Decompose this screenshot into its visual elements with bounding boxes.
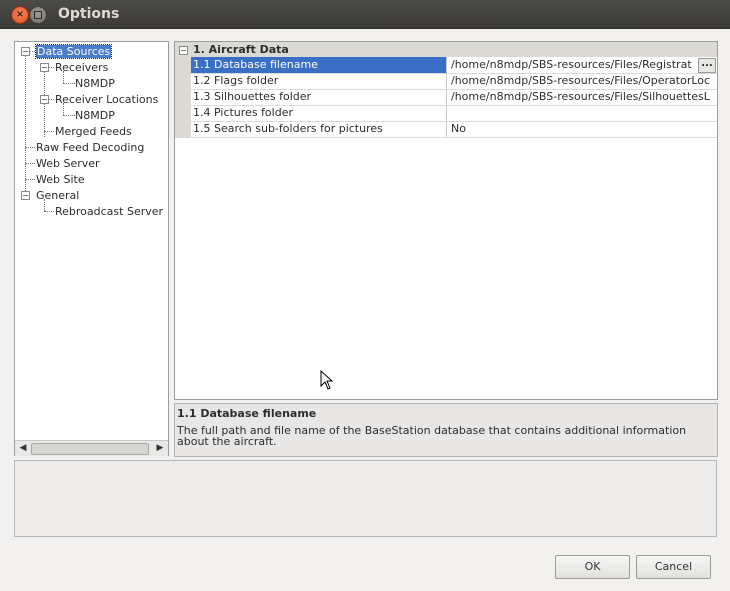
- tree-item-web-site[interactable]: Web Site: [36, 172, 85, 187]
- tree-connector: [44, 211, 54, 212]
- options-tree[interactable]: − − − − Data Sources Receivers N8MDP Rec…: [14, 41, 169, 456]
- tree-item-receivers[interactable]: Receivers: [55, 60, 108, 75]
- description-title: 1.1 Database filename: [177, 407, 317, 420]
- collapse-icon[interactable]: −: [179, 46, 188, 55]
- grid-row-name: 1.1 Database filename: [191, 57, 447, 73]
- tree-horizontal-scrollbar[interactable]: ◀ ▶: [15, 440, 168, 456]
- tree-item-location-n8mdp[interactable]: N8MDP: [75, 108, 115, 123]
- tree-connector: [25, 179, 35, 180]
- grid-row-flags-folder[interactable]: 1.2 Flags folder /home/n8mdp/SBS-resourc…: [191, 73, 717, 90]
- tree-connector: [63, 115, 75, 116]
- tree-item-web-server[interactable]: Web Server: [36, 156, 100, 171]
- tree-item-receiver-locations[interactable]: Receiver Locations: [55, 92, 158, 107]
- tree-item-receiver-n8mdp[interactable]: N8MDP: [75, 76, 115, 91]
- collapse-icon[interactable]: −: [40, 95, 49, 104]
- grid-category-label: 1. Aircraft Data: [193, 43, 289, 56]
- tree-connector: [25, 55, 26, 197]
- grid-row-value[interactable]: [448, 105, 717, 121]
- tree-item-rebroadcast-server[interactable]: Rebroadcast Server: [55, 204, 163, 219]
- description-text: The full path and file name of the BaseS…: [177, 424, 687, 448]
- scrollbar-thumb[interactable]: [31, 443, 149, 455]
- tree-connector: [63, 83, 75, 84]
- title-bar: × Options: [0, 0, 730, 29]
- tree-item-raw-feed-decoding[interactable]: Raw Feed Decoding: [36, 140, 144, 155]
- settings-panel: [14, 460, 717, 537]
- collapse-icon[interactable]: −: [40, 63, 49, 72]
- tree-connector: [25, 147, 35, 148]
- grid-row-name: 1.4 Pictures folder: [191, 105, 447, 121]
- grid-row-value[interactable]: /home/n8mdp/SBS-resources/Files/Registra…: [448, 57, 717, 73]
- grid-row-value[interactable]: No: [448, 121, 717, 137]
- tree-connector: [44, 71, 45, 137]
- grid-row-value[interactable]: /home/n8mdp/SBS-resources/Files/Operator…: [448, 73, 717, 89]
- grid-gutter: [175, 57, 191, 138]
- scroll-left-icon[interactable]: ◀: [17, 443, 29, 454]
- ok-button[interactable]: OK: [555, 555, 630, 579]
- browse-button[interactable]: ...: [698, 58, 716, 73]
- property-grid[interactable]: − 1. Aircraft Data 1.1 Database filename…: [174, 41, 718, 400]
- grid-row-value[interactable]: /home/n8mdp/SBS-resources/Files/Silhouet…: [448, 89, 717, 105]
- tree-item-general[interactable]: General: [36, 188, 79, 203]
- maximize-icon[interactable]: [29, 6, 47, 24]
- tree-item-data-sources[interactable]: Data Sources: [34, 44, 113, 59]
- cancel-button[interactable]: Cancel: [636, 555, 711, 579]
- grid-row-silhouettes-folder[interactable]: 1.3 Silhouettes folder /home/n8mdp/SBS-r…: [191, 89, 717, 106]
- mouse-pointer-icon: [320, 370, 334, 390]
- collapse-icon[interactable]: −: [21, 47, 30, 56]
- grid-row-search-subfolders[interactable]: 1.5 Search sub-folders for pictures No: [191, 121, 717, 138]
- scroll-right-icon[interactable]: ▶: [154, 443, 166, 454]
- description-panel: 1.1 Database filename The full path and …: [174, 403, 718, 457]
- tree-item-merged-feeds[interactable]: Merged Feeds: [55, 124, 132, 139]
- grid-row-name: 1.5 Search sub-folders for pictures: [191, 121, 447, 137]
- tree-connector: [44, 131, 54, 132]
- grid-row-pictures-folder[interactable]: 1.4 Pictures folder: [191, 105, 717, 122]
- grid-category-header[interactable]: − 1. Aircraft Data: [175, 42, 717, 57]
- grid-row-name: 1.3 Silhouettes folder: [191, 89, 447, 105]
- tree-connector: [25, 163, 35, 164]
- close-icon[interactable]: ×: [11, 6, 29, 24]
- grid-row-name: 1.2 Flags folder: [191, 73, 447, 89]
- window-title: Options: [58, 6, 120, 22]
- grid-row-database-filename[interactable]: 1.1 Database filename /home/n8mdp/SBS-re…: [191, 57, 717, 74]
- collapse-icon[interactable]: −: [21, 191, 30, 200]
